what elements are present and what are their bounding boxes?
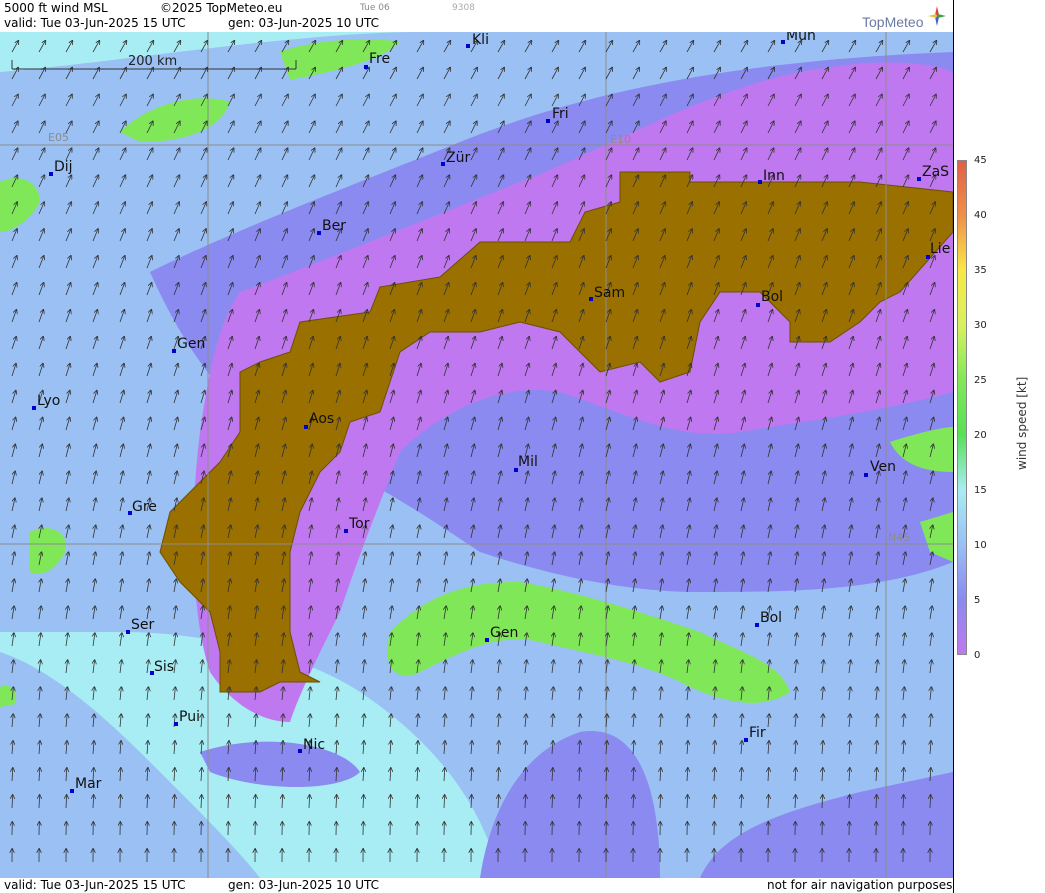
city-label: Zür — [446, 150, 470, 166]
city-label: Aos — [309, 411, 334, 427]
city-label: ZaS — [922, 164, 949, 180]
legend-tick: 5 — [974, 595, 981, 606]
header-bar: 5000 ft wind MSL ©2025 TopMeteo.eu Tue 0… — [0, 0, 953, 32]
city-label: Tor — [348, 516, 370, 532]
city-label: Lyo — [37, 393, 60, 409]
disclaimer: not for air navigation purposes — [767, 878, 953, 892]
city-label: Gre — [132, 499, 157, 515]
city-label: Sis — [154, 659, 174, 675]
city-label: Ven — [870, 459, 896, 475]
city-label: Mar — [75, 776, 102, 792]
legend-color-bar — [957, 160, 967, 655]
city-label: Gen — [177, 336, 205, 352]
legend-tick: 40 — [974, 210, 987, 221]
city-label: Ser — [131, 617, 155, 633]
city-label: Dij — [54, 159, 73, 175]
city-label: Fir — [749, 725, 766, 741]
city-label: Inn — [763, 168, 785, 184]
footer-valid-time: valid: Tue 03-Jun-2025 15 UTC — [4, 878, 186, 892]
legend-tick: 25 — [974, 375, 987, 386]
legend-tick: 30 — [974, 320, 987, 331]
code-tab: 9308 — [452, 3, 475, 13]
day-tab: Tue 06 — [360, 3, 390, 13]
footer-gen-time: gen: 03-Jun-2025 10 UTC — [228, 878, 380, 892]
legend-tick: 45 — [974, 155, 987, 166]
city-label: Mün — [786, 32, 816, 44]
color-legend: 45 40 35 30 25 20 15 10 5 0 — [953, 0, 1045, 893]
legend-tick: 35 — [974, 265, 987, 276]
grid-label-n45: N45 — [888, 531, 910, 544]
legend-tick: 15 — [974, 485, 987, 496]
city-label: Sam — [594, 285, 625, 301]
city-label: Kli — [472, 32, 489, 48]
legend-tick: 0 — [974, 650, 981, 661]
compass-logo-icon — [928, 6, 946, 26]
grid-label-e10: E10 — [610, 133, 631, 146]
city-label: Ber — [322, 218, 346, 234]
city-label: Bol — [760, 610, 782, 626]
valid-time: valid: Tue 03-Jun-2025 15 UTC — [4, 16, 186, 30]
legend-tick: 20 — [974, 430, 987, 441]
city-label: Mil — [518, 454, 538, 470]
city-label: Fre — [369, 51, 390, 67]
gen-time: gen: 03-Jun-2025 10 UTC — [228, 16, 380, 30]
city-label: Lie — [930, 241, 950, 257]
city-label: Gen — [490, 625, 518, 641]
city-label: Pui — [179, 709, 200, 725]
product-title: 5000 ft wind MSL — [4, 1, 108, 15]
topmeteo-logo: TopMeteo — [862, 14, 924, 30]
grid-label-e05: E05 — [48, 131, 69, 144]
city-label: Fri — [552, 106, 569, 122]
wind-map: 200 km E05 E10 N45 Kli Mün Fre Fri Dij Z… — [0, 32, 953, 878]
scale-bar-label: 200 km — [128, 54, 177, 69]
legend-title: wind speed [kt] — [1015, 376, 1029, 470]
footer-bar: valid: Tue 03-Jun-2025 15 UTC gen: 03-Ju… — [0, 878, 953, 893]
city-label: Nic — [303, 737, 325, 753]
copyright: ©2025 TopMeteo.eu — [160, 1, 283, 15]
legend-tick: 10 — [974, 540, 987, 551]
city-label: Bol — [761, 289, 783, 305]
